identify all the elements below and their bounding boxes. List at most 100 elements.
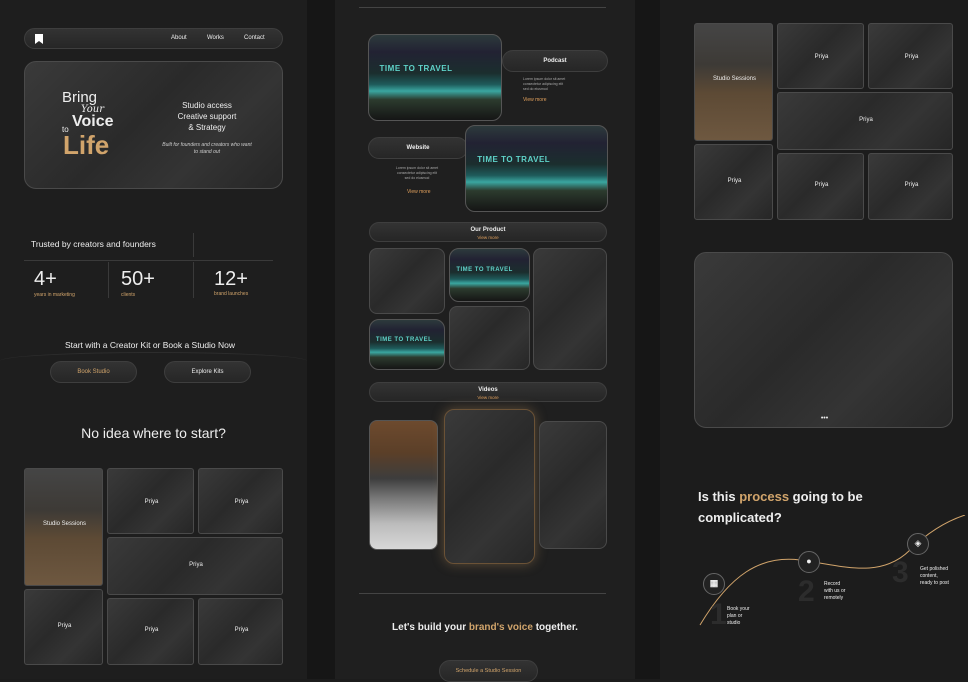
heading-highlight: brand's voice <box>468 622 533 633</box>
step-line: studio <box>727 620 741 626</box>
priya-card[interactable]: Priya <box>107 598 194 665</box>
column-gap <box>307 0 335 679</box>
our-product-tab[interactable]: Our Product View more <box>369 222 607 242</box>
nav-about-link[interactable]: About <box>171 35 187 41</box>
website-label: Website <box>406 145 430 151</box>
stat-label: brand launches <box>214 291 249 297</box>
website-description: Lorem ipsum dolor sit amet consectetur a… <box>377 166 457 181</box>
video-card-featured[interactable] <box>444 409 535 564</box>
product-thumbnail[interactable]: TIME TO TRAVEL <box>449 248 530 302</box>
step-number: 1 <box>710 598 727 631</box>
our-product-label: Our Product <box>470 227 506 233</box>
website-view-more-link[interactable]: View more <box>407 189 431 195</box>
step-line: Get polished <box>920 566 949 572</box>
website-tab[interactable]: Website <box>368 137 468 159</box>
priya-label: Priya <box>814 182 829 188</box>
product-card[interactable] <box>369 248 445 314</box>
bookmark-logo-icon[interactable] <box>35 34 43 44</box>
step-line: with us or <box>824 588 846 594</box>
priya-card[interactable]: Priya <box>198 598 283 665</box>
podcast-tab[interactable]: Podcast <box>502 50 608 72</box>
priya-card[interactable]: Priya <box>868 153 953 220</box>
stat-label: clients <box>121 292 136 298</box>
hero-bullet: & Strategy <box>188 123 226 132</box>
priya-card[interactable]: Priya <box>24 589 103 665</box>
priya-label: Priya <box>814 54 829 60</box>
priya-label: Priya <box>144 499 159 505</box>
step-badge: ● <box>798 551 820 573</box>
product-card[interactable] <box>449 306 530 370</box>
videos-tab[interactable]: Videos View more <box>369 382 607 402</box>
step-badge: ◈ <box>907 533 929 555</box>
our-product-view-more-link[interactable]: View more <box>370 234 606 241</box>
product-card[interactable] <box>533 248 607 370</box>
divider <box>359 7 606 8</box>
landing-screen: About Works Contact Bring Your Voice to … <box>0 0 307 679</box>
heading-highlight: process <box>739 489 790 504</box>
step-text: Get polished content, ready to post <box>920 566 949 587</box>
product-thumbnail[interactable]: TIME TO TRAVEL <box>369 319 445 370</box>
videos-view-more-link[interactable]: View more <box>370 394 606 401</box>
divider <box>193 233 194 257</box>
priya-label: Priya <box>904 182 919 188</box>
video-thumbnail-house[interactable] <box>369 420 438 550</box>
step-line: Record <box>824 581 841 587</box>
podcast-thumbnail[interactable]: TIME TO TRAVEL <box>368 34 502 121</box>
build-voice-heading: Let's build your brand's voice together. <box>335 622 635 633</box>
step-text: Record with us or remotely <box>824 581 845 602</box>
studio-sessions-card[interactable]: Studio Sessions <box>24 468 103 586</box>
nav-works-link[interactable]: Works <box>207 35 224 41</box>
priya-label: Priya <box>859 117 873 123</box>
priya-label: Priya <box>57 623 72 629</box>
hero-tagline-line: to stand out <box>193 149 221 155</box>
podcast-label: Podcast <box>543 58 567 64</box>
studio-sessions-card[interactable]: Studio Sessions <box>694 23 773 141</box>
priya-card[interactable]: Priya <box>777 92 953 150</box>
divider <box>359 593 606 594</box>
no-idea-heading: No idea where to start? <box>81 425 226 441</box>
priya-card[interactable]: Priya <box>107 468 194 534</box>
thumbnail-title: TIME TO TRAVEL <box>456 266 513 273</box>
user-icon: ● <box>806 556 812 566</box>
divider <box>108 262 109 298</box>
priya-label: Priya <box>904 54 919 60</box>
heading-part: Let's build your <box>392 622 469 633</box>
desc-line: sed do eiusmod <box>523 87 548 91</box>
priya-card[interactable]: Priya <box>868 23 953 89</box>
calendar-icon: ▦ <box>709 578 719 588</box>
studio-sessions-label: Studio Sessions <box>712 76 757 82</box>
priya-card[interactable]: Priya <box>694 144 773 220</box>
hero-bullet: Studio access <box>182 101 232 110</box>
explore-kits-button[interactable]: Explore Kits <box>164 361 251 383</box>
step-line: plan or <box>727 613 743 619</box>
priya-card[interactable]: Priya <box>198 468 283 534</box>
step-line: content, <box>920 573 938 579</box>
priya-label: Priya <box>234 627 249 633</box>
priya-label: Priya <box>189 562 203 568</box>
nav-contact-link[interactable]: Contact <box>244 35 265 41</box>
podcast-description: Lorem ipsum dolor sit amet consectetur a… <box>523 77 565 92</box>
hero-word-voice: Voice <box>72 113 114 130</box>
priya-card[interactable]: Priya <box>107 537 283 595</box>
more-dots-icon[interactable]: ••• <box>695 415 954 422</box>
stat-value: 12+ <box>214 268 248 290</box>
priya-card[interactable]: Priya <box>777 23 864 89</box>
desc-line: sed do eiusmod <box>404 176 430 180</box>
priya-card[interactable]: Priya <box>777 153 864 220</box>
cta-heading: Start with a Creator Kit or Book a Studi… <box>64 340 236 350</box>
hero-bullet: Creative support <box>177 112 237 121</box>
book-studio-label: Book Studio <box>77 369 110 375</box>
website-thumbnail[interactable]: TIME TO TRAVEL <box>465 125 608 212</box>
thumbnail-title: TIME TO TRAVEL <box>375 336 433 343</box>
podcast-view-more-link[interactable]: View more <box>523 97 547 103</box>
thumbnail-title: TIME TO TRAVEL <box>379 63 453 73</box>
video-card[interactable] <box>539 421 607 549</box>
priya-label: Priya <box>234 499 249 505</box>
video-preview-card[interactable]: ••• <box>694 252 953 428</box>
step-number: 3 <box>892 556 909 589</box>
process-screen: Studio Sessions Priya Priya Priya Priya … <box>660 0 968 679</box>
heading-part: Is this <box>698 489 740 504</box>
stat-value: 4+ <box>34 268 57 290</box>
explore-kits-label: Explore Kits <box>191 369 224 375</box>
book-studio-button[interactable]: Book Studio <box>50 361 137 383</box>
